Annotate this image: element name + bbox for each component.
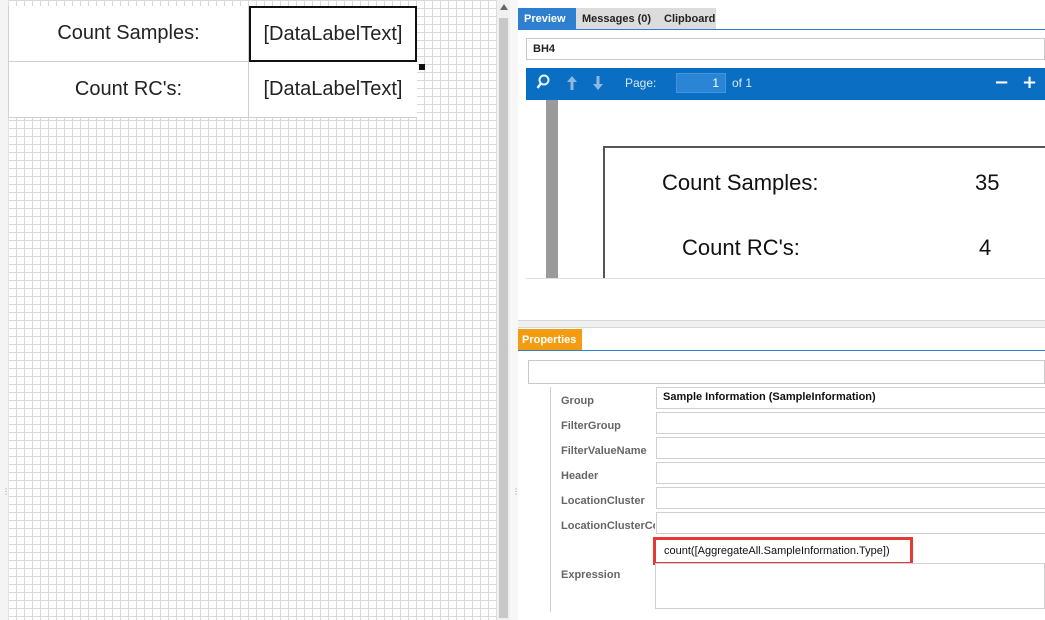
property-value-filtergroup[interactable] <box>656 412 1045 434</box>
designer-label-count-samples[interactable]: Count Samples: <box>9 6 249 62</box>
property-name: LocationCluster <box>561 495 645 507</box>
tab-clipboard[interactable]: Clipboard <box>658 8 716 30</box>
property-name: LocationClusterCo <box>561 520 655 532</box>
resize-grip-dots[interactable]: ⋮ <box>2 488 10 496</box>
property-value-group[interactable]: Sample Information (SampleInformation) <box>656 387 1045 409</box>
expression-input[interactable]: count([AggregateAll.SampleInformation.Ty… <box>653 537 913 565</box>
designer-label-count-rcs[interactable]: Count RC's: <box>9 62 249 117</box>
designer-vertical-scrollbar[interactable] <box>496 0 511 620</box>
resize-handle[interactable] <box>419 64 425 70</box>
tab-underline <box>518 29 1045 30</box>
property-name-expression: Expression <box>561 569 621 581</box>
preview-label-count-samples: Count Samples: <box>662 170 819 195</box>
preview-value-count-samples: 35 <box>975 170 1000 195</box>
preview-canvas[interactable]: Count Samples: 35 Count RC's: 4 <box>526 100 1045 278</box>
right-panel: Preview Messages (0) Clipboard BH4 Page:… <box>518 0 1045 620</box>
preview-tabstrip: Preview Messages (0) Clipboard <box>518 8 1045 30</box>
expression-editor-area[interactable] <box>655 563 1045 609</box>
preview-page: Count Samples: 35 Count RC's: 4 <box>603 146 1045 278</box>
property-row-filtergroup: FilterGroup <box>551 412 1045 436</box>
property-row-header: Header <box>551 462 1045 486</box>
property-name: Group <box>561 395 594 407</box>
property-name: FilterValueName <box>561 445 647 457</box>
document-select[interactable]: BH4 <box>526 38 1045 60</box>
page-count: of 1 <box>732 76 753 90</box>
viewer-toolbar: Page: 1 of 1 − + <box>526 68 1045 100</box>
scroll-thumb[interactable] <box>499 18 508 618</box>
tab-preview[interactable]: Preview <box>518 8 576 30</box>
preview-footer <box>526 278 1045 321</box>
scroll-up-icon[interactable] <box>500 4 508 10</box>
tab-messages[interactable]: Messages (0) <box>576 8 658 30</box>
property-name: Header <box>561 470 599 482</box>
panel-divider[interactable] <box>518 320 1045 328</box>
designer-value-count-rcs[interactable]: [DataLabelText] <box>249 62 417 117</box>
report-design-surface[interactable]: ⋮ Count Samples: [DataLabelText] Count R… <box>0 0 496 620</box>
preview-page-shadow <box>546 100 558 278</box>
designer-value-count-samples[interactable]: [DataLabelText] <box>249 6 417 62</box>
property-value-filtervaluename[interactable] <box>656 437 1045 459</box>
properties-underline <box>518 350 1045 351</box>
preview-label-count-rcs: Count RC's: <box>682 235 800 260</box>
property-value-locationclusterco[interactable] <box>656 512 1045 534</box>
property-value-header[interactable] <box>656 462 1045 484</box>
property-value-locationcluster[interactable] <box>656 487 1045 509</box>
zoom-in-button[interactable]: + <box>1022 72 1037 93</box>
zoom-out-button[interactable]: − <box>994 72 1009 93</box>
arrow-down-icon[interactable] <box>592 75 604 95</box>
designer-table[interactable]: Count Samples: [DataLabelText] Count RC'… <box>8 6 425 118</box>
property-name: FilterGroup <box>561 420 621 432</box>
preview-value-count-rcs: 4 <box>979 235 992 260</box>
arrow-up-icon[interactable] <box>566 75 578 95</box>
search-icon[interactable] <box>536 74 550 94</box>
page-label: Page: <box>625 76 657 90</box>
tab-properties[interactable]: Properties <box>518 329 582 351</box>
property-row-locationcluster: LocationCluster <box>551 487 1045 511</box>
page-number-input[interactable]: 1 <box>676 73 726 93</box>
property-row-filtervaluename: FilterValueName <box>551 437 1045 461</box>
property-row-locationclusterco: LocationClusterCo <box>551 512 1045 536</box>
properties-search-input[interactable] <box>528 360 1045 384</box>
property-row-group: Group Sample Information (SampleInformat… <box>551 387 1045 411</box>
